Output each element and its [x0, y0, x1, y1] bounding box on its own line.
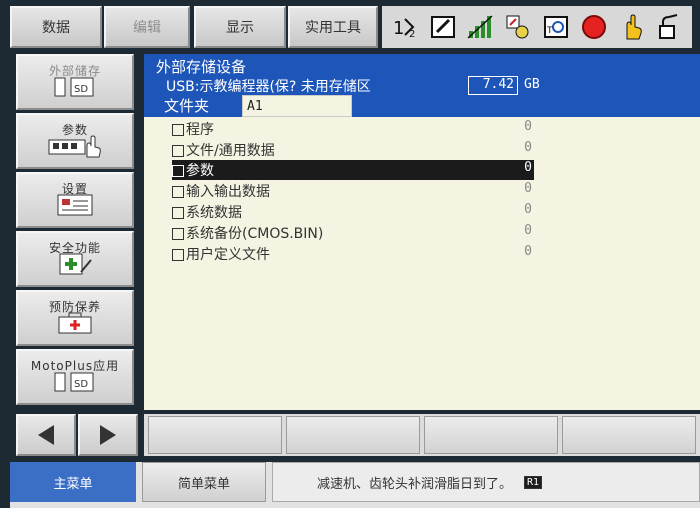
list-item-system-data[interactable]: 系统数据 0 — [172, 202, 534, 222]
item-checkbox[interactable] — [172, 145, 184, 157]
svg-text:1: 1 — [393, 18, 404, 39]
side-settings-button[interactable]: 设置 — [16, 172, 134, 228]
panel-title: 外部存储设备 — [156, 58, 247, 76]
arrow-right-icon — [100, 425, 116, 445]
list-item-file-data[interactable]: 文件/通用数据 0 — [172, 140, 534, 160]
item-checkbox[interactable] — [172, 207, 184, 219]
item-checkbox[interactable] — [172, 186, 184, 198]
side-safety-button[interactable]: 安全功能 — [16, 231, 134, 287]
item-count: 0 — [524, 244, 532, 259]
side-maintenance-button[interactable]: 预防保养 — [16, 290, 134, 346]
arrow-left-icon — [38, 425, 54, 445]
status-message: 减速机、齿轮头补润滑脂日到了。 — [317, 476, 513, 492]
main-menu-button[interactable]: 主菜单 — [10, 462, 136, 502]
hand-pointer-icon[interactable] — [616, 12, 646, 42]
list-item-program[interactable]: 程序 0 — [172, 119, 534, 139]
menu-utility-button[interactable]: 实用工具 — [288, 6, 378, 48]
item-count: 0 — [524, 140, 532, 155]
menu-edit-button[interactable]: 编辑 — [104, 6, 190, 48]
item-label: 输入输出数据 — [186, 184, 270, 200]
function-key-1[interactable] — [148, 416, 282, 454]
first-aid-kit-icon — [55, 311, 95, 338]
folder-field[interactable]: A1 — [242, 95, 352, 117]
item-count: 0 — [524, 160, 532, 175]
svg-text:2: 2 — [409, 29, 415, 40]
parameter-hand-icon — [47, 134, 103, 161]
list-item-io-data[interactable]: 输入输出数据 0 — [172, 181, 534, 201]
list-item-system-backup[interactable]: 系统备份(CMOS.BIN) 0 — [172, 223, 534, 243]
item-checkbox[interactable] — [172, 165, 184, 177]
item-checkbox[interactable] — [172, 249, 184, 261]
status-icon-bar: 12 T — [382, 6, 692, 48]
side-motoplus-button[interactable]: MotoPlus应用 SD — [16, 349, 134, 405]
side-parameters-button[interactable]: 参数 — [16, 113, 134, 169]
folder-label: 文件夹 — [164, 97, 210, 115]
axis-switch-icon[interactable]: 12 — [390, 12, 420, 42]
svg-text:SD: SD — [74, 379, 88, 390]
item-label: 文件/通用数据 — [186, 143, 275, 159]
item-count: 0 — [524, 202, 532, 217]
item-label: 系统数据 — [186, 205, 242, 221]
message-tag: R1 — [524, 475, 543, 489]
menu-display-button[interactable]: 显示 — [194, 6, 286, 48]
stop-icon[interactable] — [579, 12, 609, 42]
sd-card-icon: SD — [53, 370, 97, 397]
list-item-user-defined[interactable]: 用户定义文件 0 — [172, 244, 534, 264]
coordinate-icon[interactable] — [503, 12, 533, 42]
usb-free-space-label: USB:示教编程器(保? 未用存储区 — [166, 79, 371, 95]
item-count: 0 — [524, 119, 532, 134]
side-external-storage-button[interactable]: 外部储存 SD — [16, 54, 134, 110]
item-label: 参数 — [186, 163, 214, 179]
message-area: 减速机、齿轮头补润滑脂日到了。 R1 — [272, 462, 700, 502]
item-checkbox[interactable] — [172, 228, 184, 240]
list-item-parameters-selected[interactable]: 参数 0 — [172, 160, 534, 180]
item-label: 系统备份(CMOS.BIN) — [186, 226, 324, 242]
external-storage-panel: 外部存储设备 USB:示教编程器(保? 未用存储区 7.42 GB 文件夹 A1… — [144, 54, 700, 410]
lock-icon[interactable] — [654, 12, 684, 42]
menu-data-button[interactable]: 数据 — [10, 6, 102, 48]
function-key-bar — [144, 414, 700, 456]
item-count: 0 — [524, 181, 532, 196]
item-label: 用户定义文件 — [186, 247, 270, 263]
edit-mode-icon[interactable] — [428, 12, 458, 42]
function-key-4[interactable] — [562, 416, 696, 454]
page-right-button[interactable] — [78, 414, 138, 456]
item-checkbox[interactable] — [172, 124, 184, 136]
robot-tool-icon[interactable]: T — [541, 12, 571, 42]
speed-bars-icon[interactable] — [465, 12, 495, 42]
svg-text:T: T — [546, 26, 553, 36]
sd-card-icon: SD — [53, 75, 97, 102]
item-count: 0 — [524, 223, 532, 238]
simple-menu-button[interactable]: 简单菜单 — [142, 462, 266, 502]
free-space-unit: GB — [524, 77, 540, 92]
function-key-3[interactable] — [424, 416, 558, 454]
free-space-value: 7.42 — [468, 76, 518, 95]
settings-form-icon — [55, 193, 95, 220]
function-key-2[interactable] — [286, 416, 420, 454]
item-label: 程序 — [186, 122, 214, 138]
svg-text:SD: SD — [74, 84, 88, 95]
panel-header: 外部存储设备 USB:示教编程器(保? 未用存储区 7.42 GB 文件夹 A1 — [144, 54, 700, 117]
bottom-bar: 主菜单 简单菜单 减速机、齿轮头补润滑脂日到了。 R1 — [10, 462, 700, 508]
safety-plus-icon — [55, 250, 95, 279]
page-left-button[interactable] — [16, 414, 76, 456]
